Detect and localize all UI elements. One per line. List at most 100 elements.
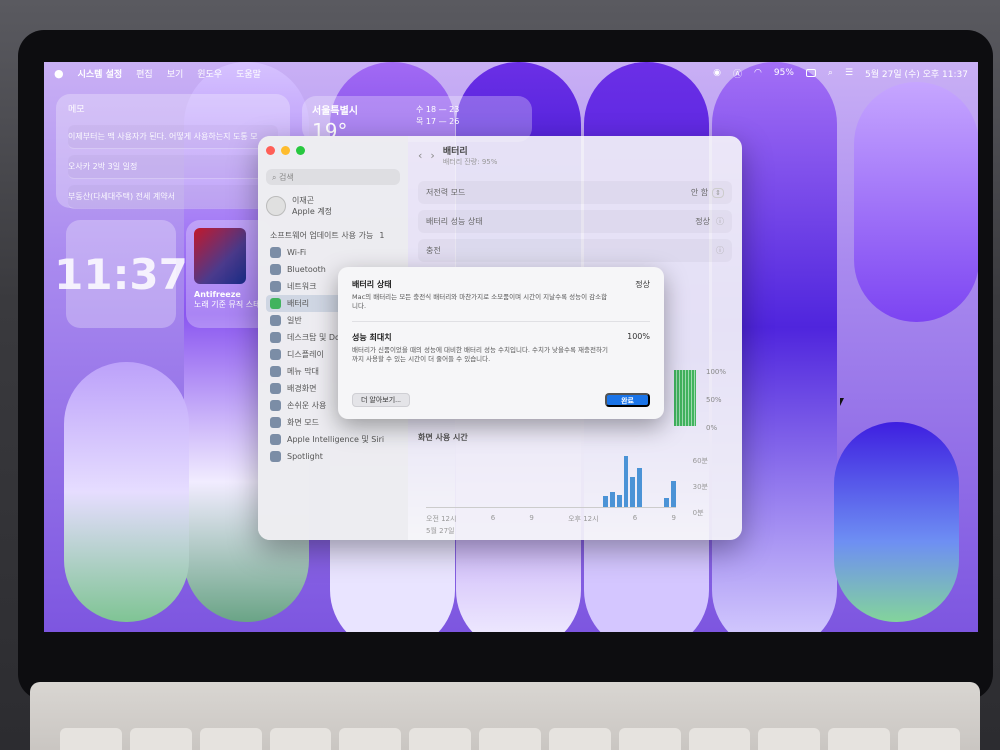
x-tick: 오전 12시 (426, 515, 457, 523)
key[interactable] (409, 728, 472, 750)
menu-bar: ● 시스템 설정 편집 보기 윈도우 도움말 ◉ Ⓐ ◠ 95% ⌕ ☰ 5월 … (44, 62, 978, 84)
maximum-capacity-row: 성능 최대치 배터리가 신품이었을 때의 성능에 대비한 배터리 성능 수치입니… (352, 332, 650, 364)
key[interactable] (618, 728, 681, 750)
battery-percent[interactable]: 95% (774, 68, 794, 78)
minimize-window-button[interactable] (281, 146, 290, 155)
sidebar-item-apple-intelligence[interactable]: Apple Intelligence 및 Siri (266, 431, 400, 448)
sidebar-search-input[interactable]: ⌕ 검색 (266, 169, 400, 185)
popup-chevron-icon[interactable]: ⇕ (712, 188, 724, 198)
wallpaper-icon (270, 383, 281, 394)
wallpaper-pill (854, 82, 978, 322)
done-button[interactable]: 완료 (605, 393, 650, 407)
key[interactable] (60, 728, 122, 750)
wallpaper-pill (834, 422, 959, 622)
forecast-row: 목 17 — 26 (416, 117, 460, 126)
close-window-button[interactable] (266, 146, 275, 155)
forward-icon[interactable]: › (430, 149, 434, 162)
apple-account-item[interactable]: 이재곤 Apple 계정 (266, 195, 400, 217)
menu-clock[interactable]: 5월 27일 (수) 오후 11:37 (865, 67, 968, 80)
music-title: Antifreeze (194, 290, 241, 299)
wifi-icon (270, 247, 281, 258)
sidebar-item-label: 배터리 (287, 299, 310, 308)
search-icon: ⌕ (272, 173, 280, 182)
battery-icon[interactable] (805, 69, 816, 77)
sidebar-item-label: 네트워크 (287, 282, 317, 291)
update-badge: 1 (379, 231, 385, 240)
sidebar-item-label: 메뉴 막대 (287, 367, 319, 376)
account-name: 이재곤 (292, 196, 315, 205)
note-item[interactable]: 부동산(다세대주택) 전세 계약서 (68, 185, 278, 209)
macos-screen: ● 시스템 설정 편집 보기 윈도우 도움말 ◉ Ⓐ ◠ 95% ⌕ ☰ 5월 … (44, 62, 978, 632)
key[interactable] (548, 728, 611, 750)
bluetooth-icon (270, 264, 281, 275)
learn-more-button[interactable]: 더 알아보기... (352, 393, 410, 407)
key[interactable] (269, 728, 332, 750)
pane-toolbar: ‹ › 배터리 배터리 잔량: 95% (418, 144, 732, 167)
key[interactable] (129, 728, 192, 750)
divider (352, 321, 650, 322)
software-update-label: 소프트웨어 업데이트 사용 가능 (270, 231, 374, 240)
apple-menu-icon[interactable]: ● (54, 67, 64, 80)
low-power-value[interactable]: 안 함 (691, 188, 708, 197)
forecast-row: 수 18 — 23 (416, 105, 460, 114)
low-power-mode-row[interactable]: 저전력 모드 안 함 ⇕ (418, 181, 732, 204)
network-icon (270, 281, 281, 292)
screen-time-bar (671, 481, 677, 507)
dialog-footer: 더 알아보기... 완료 (352, 393, 650, 407)
note-item[interactable]: 이제부터는 맥 사용자가 된다. 어떻게 사용하는지 도통 모 (68, 125, 278, 149)
battery-health-value: 정상 (695, 217, 710, 226)
screen-time-bar (609, 492, 615, 507)
sidebar-item-label: 배경화면 (287, 384, 317, 393)
zoom-window-button[interactable] (296, 146, 305, 155)
spotlight-icon[interactable]: ⌕ (828, 68, 833, 78)
sidebar-item-spotlight[interactable]: Spotlight (266, 448, 400, 465)
screen-time-bar (637, 468, 642, 507)
wifi-icon[interactable]: ◠ (754, 68, 762, 78)
back-icon[interactable]: ‹ (418, 149, 422, 162)
gear-icon (270, 315, 281, 326)
battery-health-label: 배터리 성능 상태 (426, 217, 483, 226)
key[interactable] (828, 728, 891, 750)
y-tick: 30분 (692, 483, 708, 491)
battery-condition-row: 배터리 상태 Mac의 배터리는 모든 충전식 배터리와 마찬가지로 소모품이며… (352, 279, 650, 311)
weather-forecast: 수 18 — 23 목 17 — 26 (416, 104, 459, 128)
menu-app-name[interactable]: 시스템 설정 (78, 67, 123, 80)
battery-health-row: 배터리 성능 상태 정상 ⓘ (418, 210, 732, 233)
clock-widget[interactable]: 11:37 (54, 220, 188, 328)
menu-window[interactable]: 윈도우 (197, 67, 222, 80)
x-tick: 6 (490, 514, 496, 522)
key[interactable] (339, 728, 402, 750)
low-power-label: 저전력 모드 (426, 188, 466, 197)
notes-widget[interactable]: 메모 이제부터는 맥 사용자가 된다. 어떻게 사용하는지 도통 모 오사카 2… (56, 94, 290, 209)
y-tick: 60분 (692, 457, 708, 465)
input-source-icon[interactable]: Ⓐ (733, 67, 742, 80)
menu-edit[interactable]: 편집 (136, 67, 153, 80)
x-tick: 9 (671, 514, 676, 522)
album-art (194, 228, 246, 284)
record-icon[interactable]: ◉ (713, 68, 721, 78)
info-icon[interactable]: ⓘ (716, 217, 724, 226)
maximum-capacity-title: 성능 최대치 (352, 333, 392, 342)
menu-help[interactable]: 도움말 (236, 67, 261, 80)
info-icon[interactable]: ⓘ (716, 245, 724, 256)
screen-time-bar (603, 496, 608, 507)
battery-condition-value: 정상 (635, 280, 650, 289)
key[interactable] (479, 728, 541, 750)
note-item[interactable]: 오사카 2박 3일 일정 (68, 155, 278, 179)
sidebar-item-label: 화면 모드 (287, 418, 319, 427)
wallpaper-pill (64, 362, 189, 622)
key[interactable] (758, 728, 821, 750)
mouse-pointer-icon (840, 398, 848, 406)
menu-view[interactable]: 보기 (167, 67, 184, 80)
key[interactable] (898, 728, 960, 750)
sidebar-item-label: Bluetooth (287, 265, 326, 274)
sidebar-item-label: 일반 (287, 316, 302, 325)
software-update-item[interactable]: 소프트웨어 업데이트 사용 가능 1 (266, 227, 400, 244)
key[interactable] (199, 728, 262, 750)
sidebar-item-wifi[interactable]: Wi-Fi (266, 244, 400, 261)
x-tick: 오후 12시 (568, 515, 599, 523)
control-center-icon[interactable]: ☰ (845, 68, 853, 78)
key[interactable] (688, 728, 751, 750)
sidebar-item-label: 디스플레이 (287, 350, 324, 359)
screen-time-bar (630, 477, 636, 507)
